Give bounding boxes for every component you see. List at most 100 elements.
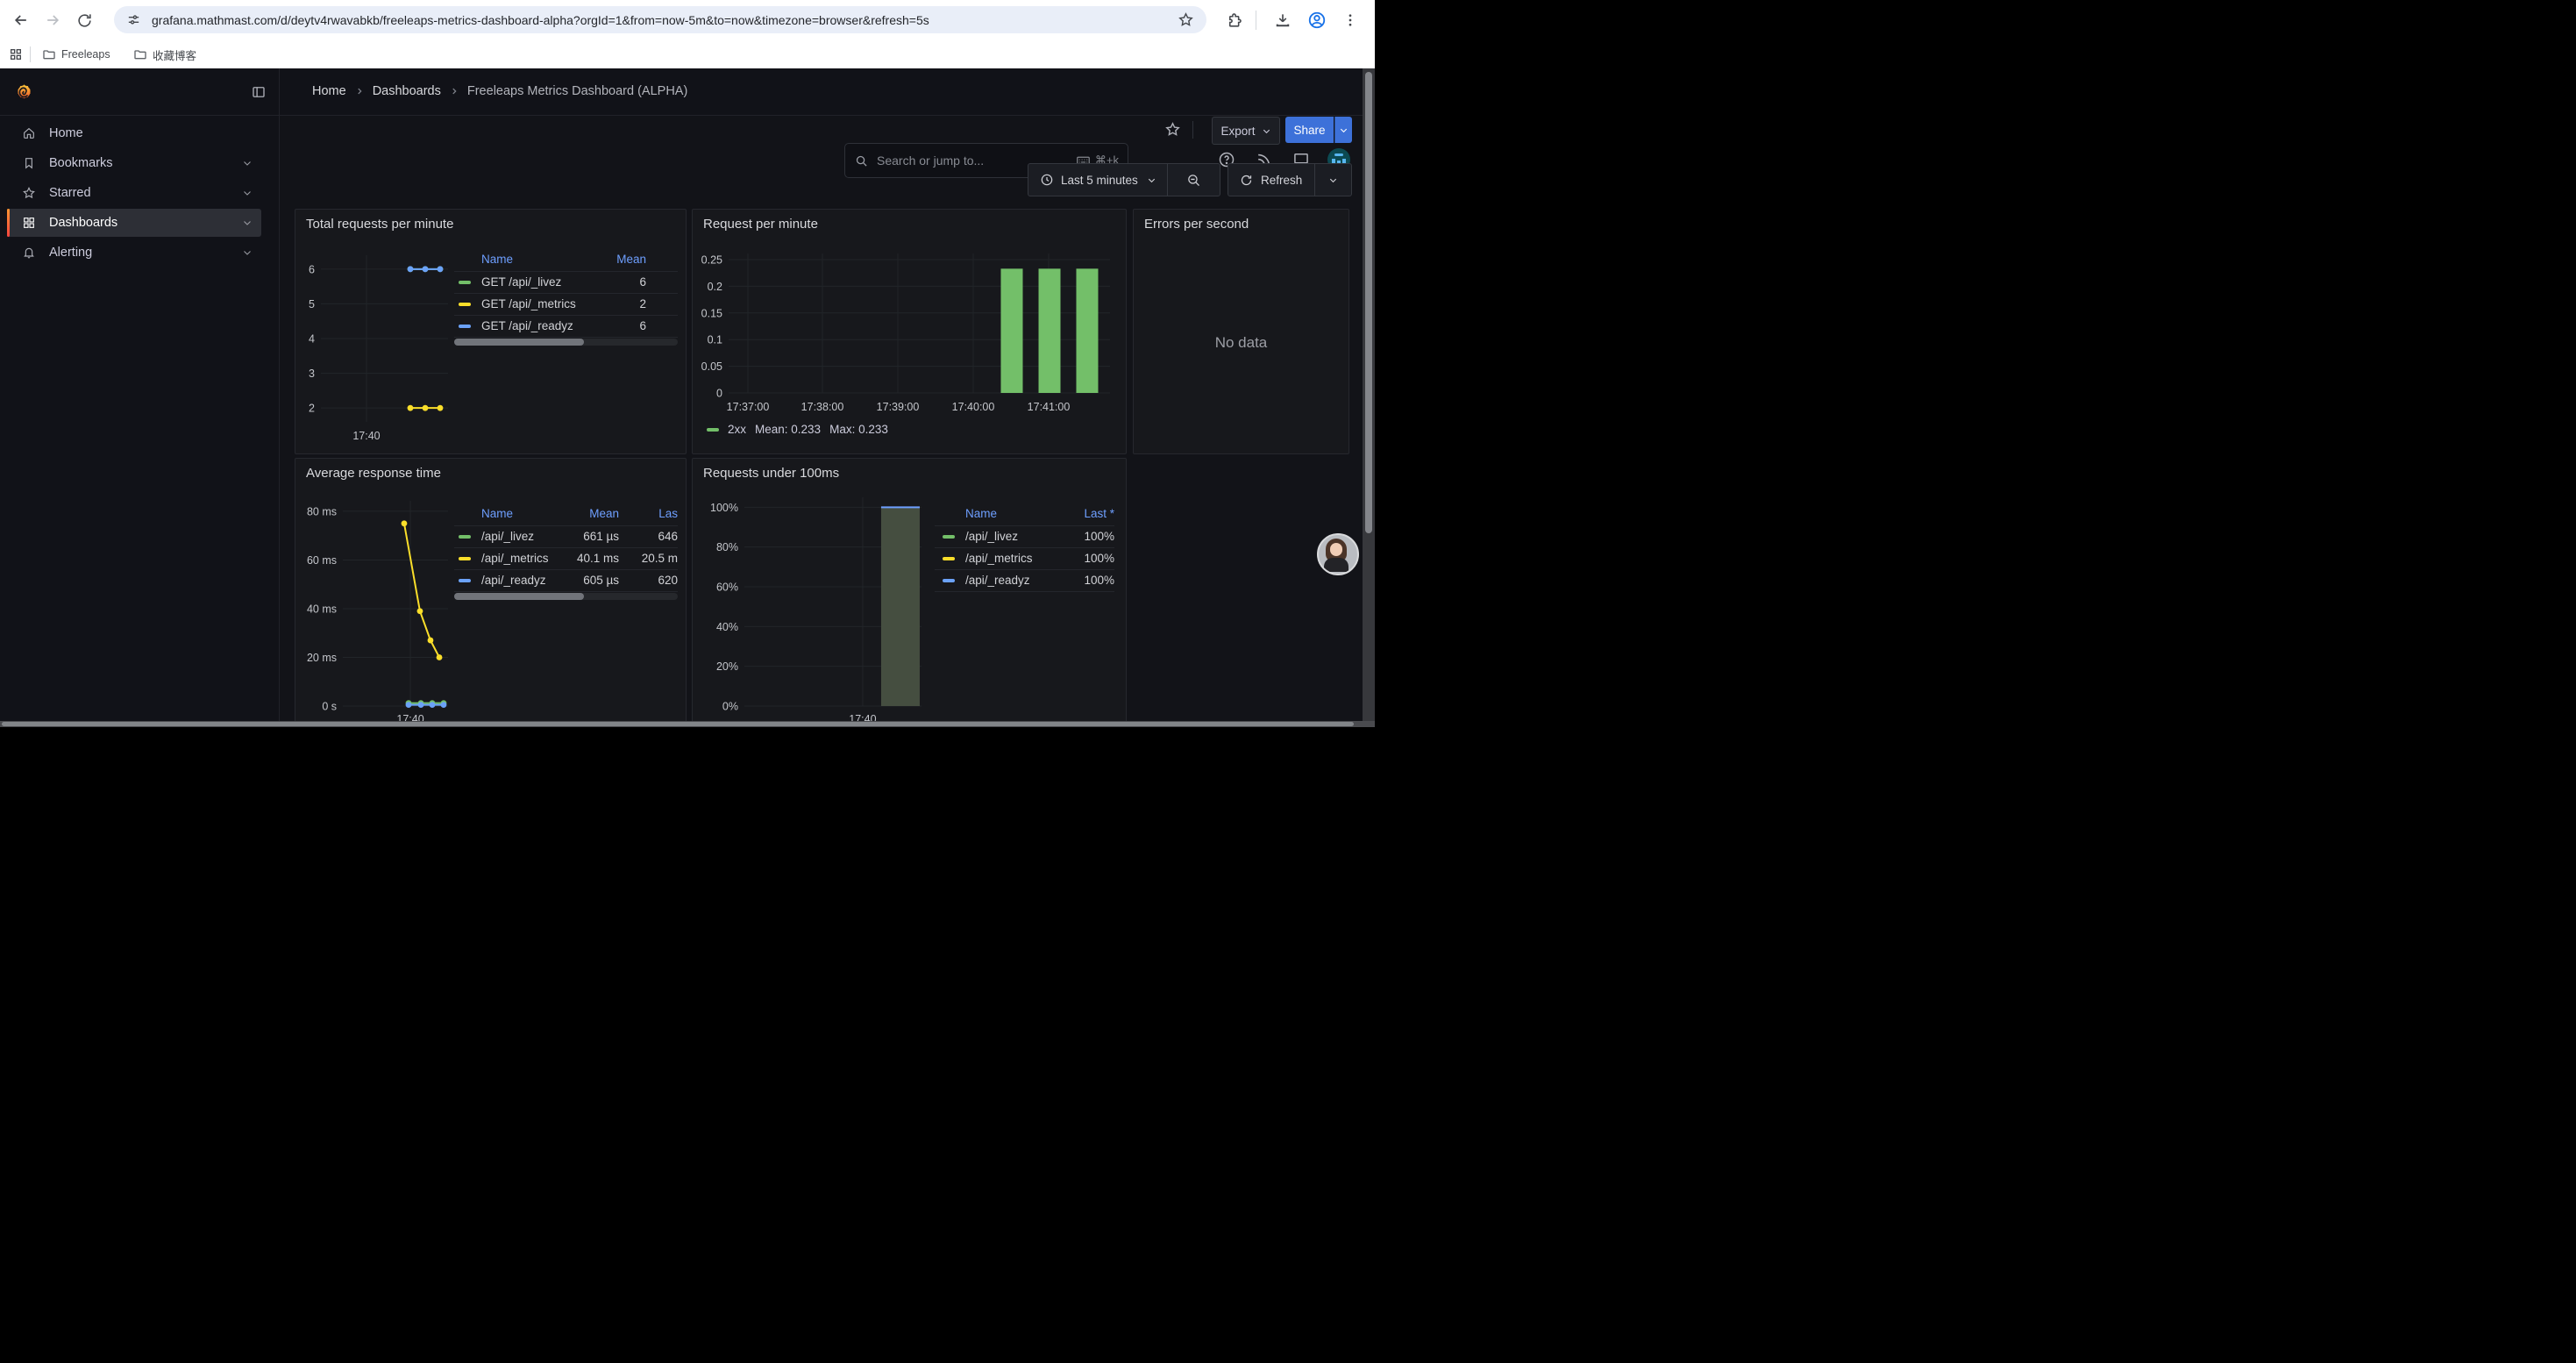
sidebar-border	[279, 68, 280, 727]
extensions-icon[interactable]	[1222, 9, 1245, 32]
legend-scrollbar[interactable]	[454, 339, 678, 346]
series-name[interactable]: 2xx	[728, 423, 746, 436]
series-name[interactable]: GET /api/_livez	[481, 271, 561, 293]
svg-text:3: 3	[309, 368, 315, 380]
breadcrumb-dashboards[interactable]: Dashboards	[373, 84, 441, 98]
svg-text:0.25: 0.25	[701, 253, 722, 266]
back-icon[interactable]	[10, 9, 32, 32]
apps-icon	[22, 216, 36, 230]
grafana-logo-icon[interactable]	[14, 82, 34, 106]
chevron-down-icon[interactable]	[1328, 175, 1338, 185]
share-button[interactable]: Share	[1285, 117, 1334, 143]
chevron-down-icon[interactable]	[1147, 175, 1156, 185]
series-name[interactable]: /api/_readyz	[481, 569, 546, 591]
panel-title[interactable]: Errors per second	[1144, 217, 1249, 232]
series-name[interactable]: /api/_readyz	[965, 569, 1030, 591]
panel-title[interactable]: Total requests per minute	[306, 217, 453, 232]
zoom-out-icon[interactable]	[1186, 173, 1201, 188]
favorite-star-icon[interactable]	[1164, 121, 1181, 142]
panel-errors-per-second[interactable]: Errors per second No data	[1133, 209, 1349, 454]
panel-title[interactable]: Average response time	[306, 466, 441, 481]
sidebar-toggle-icon[interactable]	[251, 84, 267, 104]
legend-column-header[interactable]: Name	[481, 248, 513, 271]
sidebar-item-label: Dashboards	[49, 216, 117, 230]
refresh-label[interactable]: Refresh	[1261, 174, 1302, 187]
bookmark-folder-blogs[interactable]: 收藏博客	[128, 44, 202, 65]
legend-scrollbar[interactable]	[454, 593, 678, 600]
series-name[interactable]: /api/_livez	[481, 525, 534, 547]
series-color-pill	[459, 303, 471, 306]
assistant-avatar[interactable]	[1317, 533, 1359, 575]
sidebar-item-alerting[interactable]: Alerting	[7, 239, 261, 267]
legend-column-header[interactable]: Las	[658, 503, 678, 525]
legend-column-header[interactable]: Name	[481, 503, 513, 525]
panel-requests-under-100ms[interactable]: Requests under 100ms 0%20%40%60%80%100%1…	[692, 458, 1127, 727]
legend-row: /api/_livez 100%	[935, 525, 1114, 548]
share-dropdown-button[interactable]	[1334, 117, 1352, 143]
legend-column-header[interactable]: Name	[965, 503, 997, 525]
chevron-right-icon	[355, 87, 364, 96]
bookmark-folder-freeleaps[interactable]: Freeleaps	[37, 44, 116, 65]
apps-grid-icon[interactable]	[4, 43, 27, 66]
request-per-minute-chart: 00.050.10.150.20.2517:37:0017:38:0017:39…	[693, 210, 1126, 453]
sidebar-item-bookmarks[interactable]: Bookmarks	[7, 149, 261, 177]
series-name[interactable]: /api/_livez	[965, 525, 1018, 547]
browser-menu-icon[interactable]	[1339, 9, 1362, 32]
series-value: 100%	[1084, 547, 1114, 569]
panel-title[interactable]: Request per minute	[703, 217, 818, 232]
panel-total-requests[interactable]: Total requests per minute 2345617:40 Nam…	[295, 209, 687, 454]
bookmarks-bar: Freeleaps 收藏博客	[0, 39, 1375, 69]
series-name[interactable]: /api/_metrics	[965, 547, 1033, 569]
legend-row: GET /api/_metrics2	[454, 293, 678, 316]
bookmark-star-icon[interactable]	[1178, 11, 1194, 28]
series-value: 100%	[1084, 525, 1114, 547]
legend-row: /api/_readyz100%	[935, 569, 1114, 592]
chevron-down-icon[interactable]	[242, 158, 253, 168]
legend-inline: 2xx Mean: 0.233 Max: 0.233	[707, 423, 888, 436]
svg-text:17:39:00: 17:39:00	[877, 401, 920, 413]
url-bar[interactable]: grafana.mathmast.com/d/deytv4rwavabkb/fr…	[114, 6, 1206, 33]
panel-request-per-minute[interactable]: Request per minute 00.050.10.150.20.2517…	[692, 209, 1127, 454]
sidebar-item-dashboards[interactable]: Dashboards	[7, 209, 261, 237]
svg-text:0: 0	[716, 388, 722, 400]
sidebar-item-label: Home	[49, 126, 83, 140]
panel-average-response-time[interactable]: Average response time 0 s20 ms40 ms60 ms…	[295, 458, 687, 727]
download-icon[interactable]	[1271, 9, 1294, 32]
horizontal-scrollbar-thumb[interactable]	[2, 722, 1354, 726]
vertical-scrollbar-thumb[interactable]	[1365, 72, 1372, 533]
chevron-down-icon[interactable]	[242, 247, 253, 258]
series-name[interactable]: GET /api/_metrics	[481, 293, 576, 315]
legend-table: Name Last * /api/_livez 100% /api/_metrics 10…	[935, 503, 1114, 595]
svg-text:0%: 0%	[722, 701, 738, 713]
site-settings-icon[interactable]	[126, 12, 141, 27]
series-name[interactable]: GET /api/_readyz	[481, 315, 573, 337]
forward-icon[interactable]	[41, 9, 64, 32]
breadcrumb-home[interactable]: Home	[312, 84, 346, 98]
grafana-sidebar: Home Bookmarks Starred Dashboards Alerting	[0, 116, 279, 727]
sidebar-item-home[interactable]: Home	[7, 119, 261, 147]
sidebar-item-starred[interactable]: Starred	[7, 179, 261, 207]
chevron-down-icon	[1262, 126, 1271, 136]
reload-icon[interactable]	[73, 9, 96, 32]
series-value: 6	[639, 315, 646, 337]
legend-row: /api/_livez661 µs646	[454, 525, 678, 548]
series-value: 620	[658, 569, 678, 591]
panel-title[interactable]: Requests under 100ms	[703, 466, 839, 481]
series-name[interactable]: /api/_metrics	[481, 547, 549, 569]
chevron-down-icon[interactable]	[242, 218, 253, 228]
horizontal-scrollbar-track[interactable]	[0, 721, 1375, 727]
profile-icon[interactable]	[1306, 9, 1328, 32]
home-icon	[22, 126, 36, 140]
time-range-label[interactable]: Last 5 minutes	[1061, 174, 1138, 187]
series-color-pill	[459, 557, 471, 560]
chevron-down-icon[interactable]	[242, 188, 253, 198]
url-text[interactable]: grafana.mathmast.com/d/deytv4rwavabkb/fr…	[152, 13, 1178, 27]
legend-column-header[interactable]: Last *	[1084, 503, 1114, 525]
series-value: 40.1 ms	[577, 547, 619, 569]
series-value: 646	[658, 525, 678, 547]
sidebar-item-label: Starred	[49, 186, 91, 200]
legend-column-header[interactable]: Mean	[616, 248, 646, 271]
legend-table: Name Mean Las/api/_livez661 µs646/api/_met…	[454, 503, 678, 608]
export-button[interactable]: Export	[1212, 117, 1280, 145]
legend-column-header[interactable]: Mean	[589, 503, 619, 525]
